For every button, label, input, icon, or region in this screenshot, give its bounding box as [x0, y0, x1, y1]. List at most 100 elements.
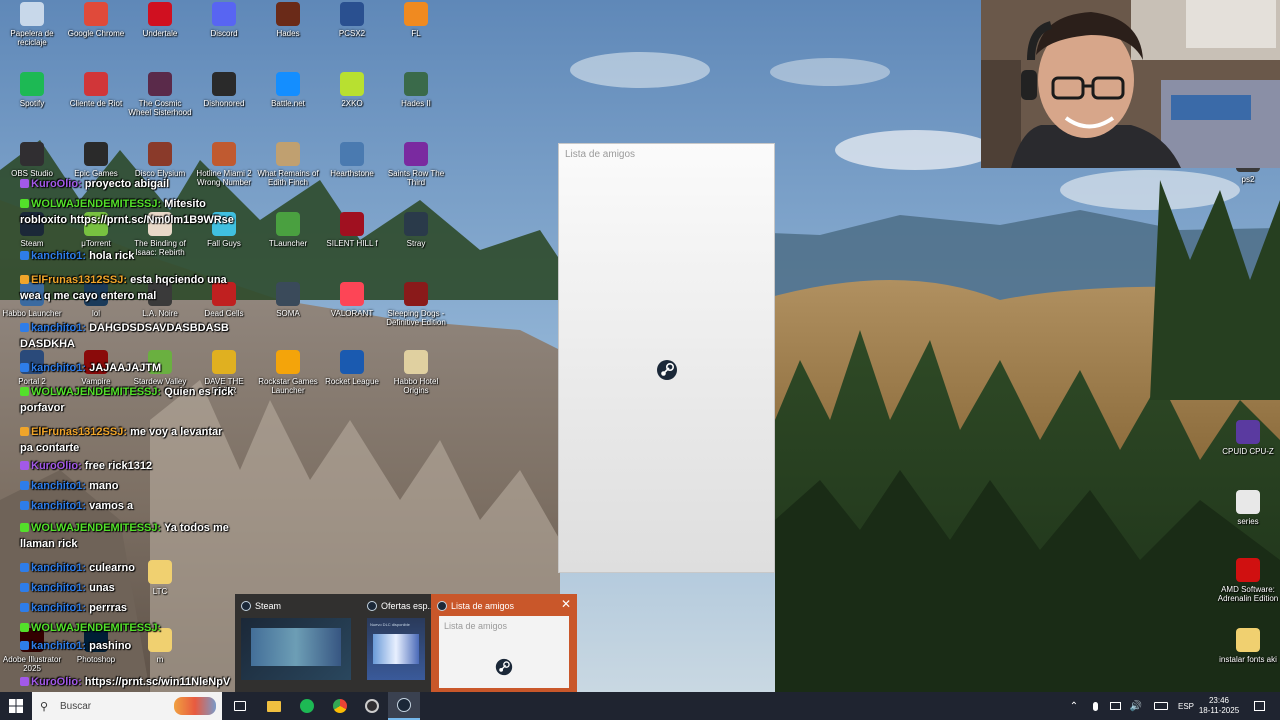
cpuz-icon	[1236, 420, 1260, 444]
keyboard-icon[interactable]	[1150, 692, 1172, 720]
desktop-icon[interactable]: Battle.net	[256, 72, 320, 108]
chat-username: ElFrunas1312SSJ	[31, 426, 124, 438]
chat-text: unas	[89, 582, 115, 594]
language-indicator[interactable]: ESP	[1174, 692, 1198, 720]
chat-message: kanchito1: DAHGDSDSAVDASBDASB DASDKHA	[20, 320, 235, 352]
chat-message: WOLWAJENDEMITESSJ: Ya todos me llaman ri…	[20, 520, 235, 552]
spotify-icon	[20, 72, 44, 96]
desktop-icon[interactable]: Google Chrome	[64, 2, 128, 38]
webcam-feed	[981, 0, 1280, 168]
stray-icon	[404, 212, 428, 236]
chat-text: free rick1312	[84, 460, 153, 472]
desktop-icon[interactable]: Spotify	[0, 72, 64, 108]
chat-badge-icon	[20, 387, 29, 396]
desktop-icon[interactable]: AMD Software: Adrenalin Edition	[1216, 558, 1280, 603]
desktop-icon[interactable]: series	[1216, 490, 1280, 526]
desktop-icon[interactable]: Hearthstone	[320, 142, 384, 178]
obs-button[interactable]	[356, 692, 388, 720]
desktop-icon[interactable]: Stray	[384, 212, 448, 248]
chat-message: KuroOlio: https://prnt.sc/win11NleNpV	[20, 674, 235, 690]
thumbnail-steam[interactable]: Steam	[235, 594, 361, 692]
desktop-icon-label: Stray	[406, 239, 426, 248]
desktop-icon[interactable]: Disco Elysium	[128, 142, 192, 178]
desktop-icon[interactable]: CPUID CPU-Z	[1216, 420, 1280, 456]
desktop-icon[interactable]: Undertale	[128, 2, 192, 38]
silent-hill-icon	[340, 212, 364, 236]
valorant-icon	[340, 282, 364, 306]
desktop-icon[interactable]: The Cosmic Wheel Sisterhood	[128, 72, 192, 117]
start-button[interactable]	[0, 692, 32, 720]
desktop-icon-label: Hearthstone	[330, 169, 374, 178]
steam-friends-window[interactable]: Lista de amigos	[558, 143, 775, 573]
desktop-icon[interactable]: Dishonored	[192, 72, 256, 108]
hotline-miami-icon	[212, 142, 236, 166]
desktop-icon-label: Discord	[210, 29, 238, 38]
chat-username: kanchito1	[31, 322, 83, 334]
recycle-bin-icon	[20, 2, 44, 26]
chat-badge-icon	[20, 563, 29, 572]
clock[interactable]: 23:46 18-11-2025	[1198, 692, 1240, 720]
desktop-icon[interactable]: Hades	[256, 2, 320, 38]
chrome-button[interactable]	[324, 692, 356, 720]
desktop-icon[interactable]: SOMA	[256, 282, 320, 318]
chat-message: kanchito1: JAJAAJAJTM	[20, 360, 235, 376]
desktop-icon-label: Spotify	[19, 99, 45, 108]
tray-overflow-chevron-icon[interactable]: ⌃	[1066, 692, 1082, 720]
file-explorer-icon	[267, 700, 281, 712]
desktop-icon[interactable]: OBS Studio	[0, 142, 64, 178]
desktop-icon[interactable]: SILENT HILL f	[320, 212, 384, 248]
chrome-icon	[333, 699, 347, 713]
chat-username: kanchito1	[31, 562, 83, 574]
desktop-icon[interactable]: instalar fonts aki	[1216, 628, 1280, 664]
thumbnail-friends-list[interactable]: Lista de amigos ✕ Lista de amigos	[431, 594, 577, 692]
riot-icon	[84, 72, 108, 96]
steam-taskbar-button[interactable]	[388, 692, 420, 720]
chat-message: kanchito1: hola rick	[20, 248, 235, 264]
spotify-button[interactable]	[291, 692, 323, 720]
desktop-icon[interactable]: Rocket League	[320, 350, 384, 386]
chat-separator: :	[78, 460, 85, 472]
close-icon[interactable]: ✕	[561, 598, 571, 610]
chat-message: WOLWAJENDEMITESSJ: Quien es rick porfavo…	[20, 384, 235, 416]
taskbar-search-box[interactable]: ⚲ Buscar	[32, 692, 222, 720]
microphone-icon[interactable]	[1087, 692, 1103, 720]
chat-text: mano	[89, 480, 119, 492]
thumbnail-offers[interactable]: Ofertas esp... Nuevo DLC disponible	[361, 594, 435, 692]
desktop-icon[interactable]: PCSX2	[320, 2, 384, 38]
desktop-icon-label: Sleeping Dogs - Definitive Edition	[386, 309, 446, 327]
thumbnail-label: Lista de amigos	[451, 601, 515, 611]
discord-icon	[212, 2, 236, 26]
desktop-icon[interactable]: Saints Row The Third	[384, 142, 448, 187]
chat-message: ElFrunas1312SSJ: esta hqciendo una wea q…	[20, 272, 235, 304]
desktop-icon[interactable]: Rockstar Games Launcher	[256, 350, 320, 395]
steam-icon	[437, 601, 447, 611]
series-file-icon	[1236, 490, 1260, 514]
steam-loading-icon	[495, 658, 513, 676]
desktop-icon[interactable]: Discord	[192, 2, 256, 38]
chat-message: KuroOlio: free rick1312	[20, 458, 235, 474]
desktop-icon[interactable]: Hades II	[384, 72, 448, 108]
desktop-icon-label: Papelera de reciclaje	[10, 29, 54, 47]
desktop-icon[interactable]: What Remains of Edith Finch	[256, 142, 320, 187]
chat-username: kanchito1	[31, 480, 83, 492]
chat-message: KuroOlio: proyecto abigail	[20, 176, 235, 192]
chat-username: kanchito1	[31, 500, 83, 512]
task-view-button[interactable]	[224, 692, 256, 720]
desktop-icon-label: SILENT HILL f	[326, 239, 378, 248]
desktop-icon[interactable]: 2XKO	[320, 72, 384, 108]
network-icon[interactable]	[1107, 692, 1123, 720]
desktop-icon[interactable]: TLauncher	[256, 212, 320, 248]
volume-icon[interactable]: 🔊	[1128, 692, 1144, 720]
desktop-icon[interactable]: VALORANT	[320, 282, 384, 318]
desktop-icon[interactable]: Epic Games	[64, 142, 128, 178]
desktop-icon[interactable]: Habbo Hotel Origins	[384, 350, 448, 395]
desktop-icon[interactable]: FL	[384, 2, 448, 38]
file-explorer-button[interactable]	[258, 692, 290, 720]
chat-badge-icon	[20, 583, 29, 592]
notification-center-button[interactable]	[1248, 692, 1270, 720]
desktop-icon[interactable]: Sleeping Dogs - Definitive Edition	[384, 282, 448, 327]
chat-username: WOLWAJENDEMITESSJ	[31, 198, 158, 210]
desktop-icon[interactable]: Papelera de reciclaje	[0, 2, 64, 47]
cosmic-wheel-icon	[148, 72, 172, 96]
desktop-icon[interactable]: Cliente de Riot	[64, 72, 128, 108]
